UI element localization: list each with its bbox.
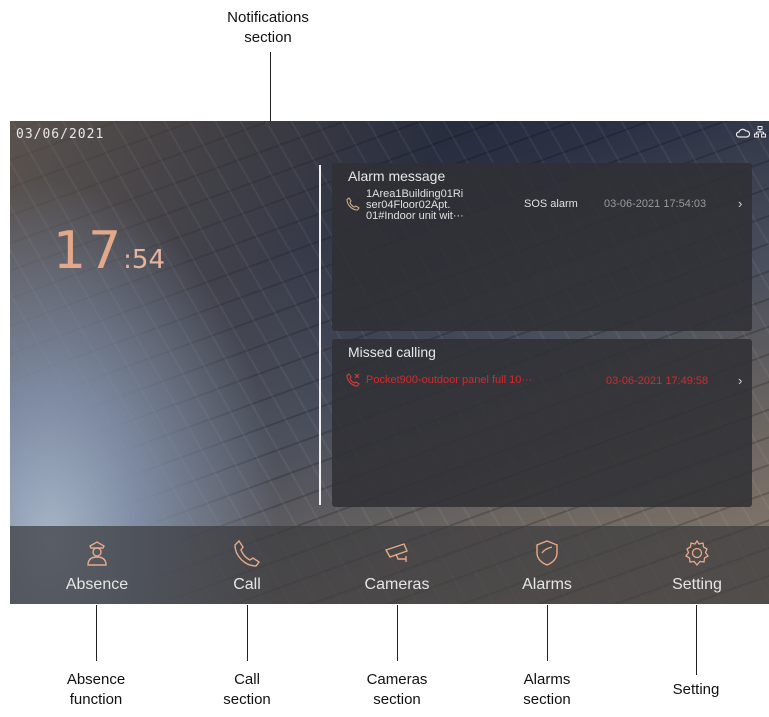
nav-label: Setting — [672, 576, 722, 593]
annotation-line: Setting — [672, 681, 720, 698]
guard-icon — [87, 541, 107, 566]
notifications-divider — [319, 165, 321, 505]
nav-label: Absence — [65, 576, 129, 593]
phone-icon — [234, 539, 261, 567]
indoor-monitor-screen: 03/06/2021 17:54 Alarm message 1Area1Bui… — [10, 121, 769, 604]
bottom-nav-bar: Absence Call Cameras Alarms Setting — [10, 526, 769, 604]
missed-call-entry[interactable]: Pocket900-outdoor panel full 10··· 03-06… — [346, 371, 746, 411]
annotation-line: Cameras — [366, 671, 428, 688]
annotation-line: Notifications — [227, 9, 309, 26]
annotation-line: section — [523, 691, 571, 708]
shield-icon — [536, 540, 558, 566]
alarm-entry[interactable]: 1Area1Building01Ri ser04Floor02Apt. 01#I… — [346, 187, 746, 227]
nav-label: Cameras — [364, 576, 430, 593]
annotation-leader — [547, 605, 548, 661]
alarm-message-panel[interactable]: Alarm message 1Area1Building01Ri ser04Fl… — [332, 163, 752, 331]
panel-title: Missed calling — [348, 344, 436, 360]
annotation-line: section — [244, 29, 292, 46]
annotation-line: section — [373, 691, 421, 708]
status-icons — [736, 126, 766, 141]
nav-call[interactable]: Call — [182, 526, 312, 604]
source-line: 01#Indoor unit wit··· — [366, 210, 464, 222]
phone-icon — [346, 197, 360, 211]
gear-icon — [685, 539, 709, 566]
setting-annotation: Setting — [646, 680, 746, 700]
clock-minutes: :54 — [123, 245, 166, 275]
annotation-line: section — [223, 691, 271, 708]
nav-label: Alarms — [522, 576, 572, 593]
clock: 17:54 — [53, 221, 165, 281]
alarm-source: 1Area1Building01Ri ser04Floor02Apt. 01#I… — [366, 189, 516, 222]
camera-icon — [384, 543, 408, 562]
missed-calling-panel[interactable]: Missed calling Pocket900-outdoor panel f… — [332, 339, 752, 507]
panel-title: Alarm message — [348, 168, 446, 184]
nav-absence[interactable]: Absence — [32, 526, 162, 604]
nav-alarms[interactable]: Alarms — [482, 526, 612, 604]
missed-call-timestamp: 03-06-2021 17:49:58 — [606, 375, 709, 387]
annotation-leader — [96, 605, 97, 661]
missed-call-source: Pocket900-outdoor panel full 10··· — [366, 374, 533, 386]
absence-annotation: Absence function — [46, 670, 146, 710]
annotation-leader — [397, 605, 398, 661]
alarm-timestamp: 03-06-2021 17:54:03 — [604, 198, 707, 210]
cameras-annotation: Cameras section — [347, 670, 447, 710]
nav-cameras[interactable]: Cameras — [332, 526, 462, 604]
alarms-annotation: Alarms section — [497, 670, 597, 710]
nav-label: Call — [233, 576, 261, 593]
alarm-type: SOS alarm — [524, 198, 578, 210]
cloud-icon — [736, 128, 751, 138]
chevron-right-icon[interactable]: › — [738, 196, 742, 211]
call-annotation: Call section — [197, 670, 297, 710]
annotation-line: Absence — [66, 671, 126, 688]
annotation-leader — [247, 605, 248, 661]
annotation-line: Alarms — [523, 671, 571, 688]
annotation-line: Call — [234, 671, 260, 688]
clock-hours: 17 — [53, 221, 124, 281]
annotation-line: function — [69, 691, 123, 708]
annotation-leader — [696, 605, 697, 675]
chevron-right-icon[interactable]: › — [738, 373, 742, 388]
notifications-annotation: Notifications section — [218, 8, 318, 48]
network-icon — [754, 126, 766, 138]
nav-setting[interactable]: Setting — [632, 526, 762, 604]
missed-call-icon — [346, 373, 360, 387]
date-display: 03/06/2021 — [16, 127, 105, 142]
